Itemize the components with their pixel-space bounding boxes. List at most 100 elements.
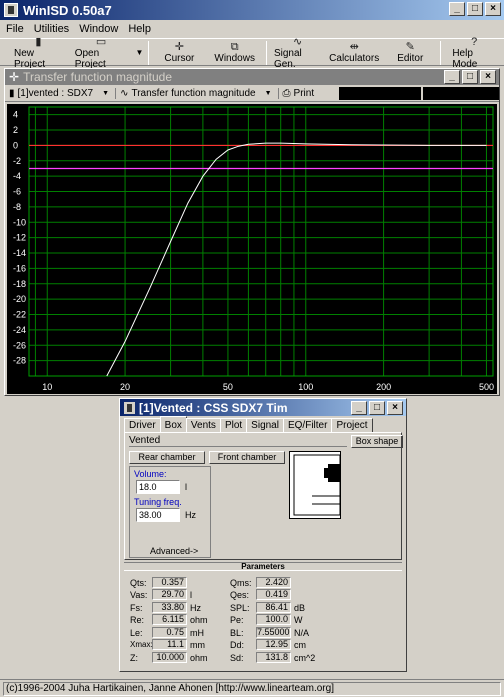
tab-vents[interactable]: Vents — [185, 418, 221, 432]
plot-selector-value: Transfer function magnitude — [131, 87, 256, 99]
param-name: Dd: — [230, 639, 245, 650]
param-row: Xmax: 11.1 mm — [130, 639, 214, 650]
menu-help[interactable]: Help — [128, 23, 151, 35]
maximize-button[interactable]: □ — [467, 2, 483, 16]
param-value: 10.000 — [152, 652, 187, 663]
cursor-button[interactable]: ✛ Cursor — [152, 39, 206, 66]
minimize-button[interactable]: _ — [449, 2, 465, 16]
param-row: Fs: 33.80 Hz — [130, 602, 214, 613]
app-icon — [4, 3, 18, 17]
param-value: 6.115 — [152, 614, 187, 625]
tf-window-title: Transfer function magnitude — [23, 70, 173, 84]
tab-plot[interactable]: Plot — [219, 418, 248, 432]
help-mode-label: Help Mode — [452, 47, 478, 70]
tab-project[interactable]: Project — [331, 418, 373, 432]
param-unit: ohm — [190, 652, 208, 663]
param-name: Qms: — [230, 577, 252, 588]
vented-close-button[interactable]: × — [387, 401, 403, 415]
menu-file[interactable]: File — [6, 23, 24, 35]
vented-window-title: [1]Vented : CSS SDX7 Tim — [139, 400, 288, 415]
project-icon: ▮ — [9, 87, 15, 99]
open-project-dropdown[interactable]: ▼ — [133, 39, 145, 66]
signal-gen-button[interactable]: ∿ Signal Gen. — [270, 36, 325, 70]
param-unit: mH — [190, 627, 204, 638]
menu-utilities[interactable]: Utilities — [34, 23, 69, 35]
box-shape-button[interactable]: Box shape — [351, 435, 403, 448]
help-mode-icon: ? — [471, 35, 478, 48]
tf-close-button[interactable]: × — [480, 70, 496, 84]
readout-panel-1 — [339, 86, 421, 100]
toolbar-separator — [440, 41, 442, 65]
editor-button[interactable]: ✎ Editor — [383, 39, 437, 66]
param-unit: mm — [190, 639, 205, 650]
print-button[interactable]: ⎙ Print — [283, 88, 321, 99]
x-tick-label: 50 — [223, 382, 233, 392]
param-name: Xmax: — [130, 640, 153, 649]
param-name: Sd: — [230, 652, 244, 663]
param-name: Fs: — [130, 602, 143, 613]
plot-selector[interactable]: ∿ Transfer function magnitude ▼ — [120, 87, 279, 99]
param-value: 0.75 — [152, 627, 187, 638]
windows-button[interactable]: ⧉ Windows — [206, 39, 263, 66]
param-value: 2.420 — [256, 577, 291, 588]
driver-magnet-shape — [324, 468, 328, 478]
tab-eq-filter[interactable]: EQ/Filter — [282, 418, 333, 432]
y-tick-label: 4 — [13, 110, 18, 120]
advanced-button[interactable]: Advanced-> — [150, 546, 198, 556]
x-tick-label: 100 — [298, 382, 313, 392]
volume-input[interactable]: 18.0 — [136, 480, 180, 494]
tf-window-title-bar[interactable]: ✛ Transfer function magnitude _ □ × — [5, 69, 499, 85]
y-tick-label: -14 — [13, 248, 26, 258]
tf-maximize-button[interactable]: □ — [462, 70, 478, 84]
tab-signal[interactable]: Signal — [246, 418, 284, 432]
cursor-label: Cursor — [164, 53, 195, 64]
vented-minimize-button[interactable]: _ — [351, 401, 367, 415]
y-tick-label: -18 — [13, 279, 26, 289]
vented-maximize-button[interactable]: □ — [369, 401, 385, 415]
param-row: Vas: 29.70 l — [130, 589, 214, 600]
tf-minimize-button[interactable]: _ — [444, 70, 460, 84]
parameters-panel: Qts: 0.357 Vas: 29.70 l Fs: 33.80 Hz Re:… — [124, 571, 402, 673]
rear-chamber-button[interactable]: Rear chamber — [129, 451, 205, 464]
plot-frame — [28, 106, 494, 377]
windows-label: Windows — [214, 53, 255, 64]
param-name: Pe: — [230, 614, 244, 625]
app-title-bar[interactable]: WinISD 0.50a7 _ □ × — [0, 0, 504, 20]
param-value: 12.95 — [256, 639, 291, 650]
tuning-freq-unit: Hz — [185, 510, 196, 520]
open-project-label: Open Project — [74, 47, 106, 70]
y-tick-label: -10 — [13, 217, 26, 227]
vented-tabs: Driver Box Vents Plot Signal EQ/Filter P… — [120, 416, 406, 432]
y-tick-label: -20 — [13, 294, 26, 304]
tuning-freq-label: Tuning freq. — [134, 497, 182, 507]
box-tab-panel: Vented Box shape Rear chamber Front cham… — [124, 432, 403, 560]
open-project-button[interactable]: ▭ Open Project — [69, 36, 134, 70]
help-mode-button[interactable]: ? Help Mode — [444, 35, 504, 70]
transfer-function-plot[interactable]: 4 2 0 -2 -4 -6 -8 -10 -12 -14 -16 -18 -20 -22 -24 -26 -2… — [7, 104, 497, 394]
status-bar-text: (c)1996-2004 Juha Hartikainen, Janne Aho… — [3, 681, 501, 696]
status-bar: (c)1996-2004 Juha Hartikainen, Janne Aho… — [0, 679, 504, 697]
project-selector[interactable]: ▮ [1]vented : SDX7 ▼ — [9, 87, 117, 99]
app-title: WinISD 0.50a7 — [23, 2, 112, 18]
y-tick-label: -4 — [13, 171, 21, 181]
param-unit: l — [190, 589, 192, 600]
parameters-header: Parameters — [124, 562, 402, 571]
windows-icon: ⧉ — [230, 41, 239, 53]
new-project-button[interactable]: ▮ New Project — [8, 35, 69, 70]
front-chamber-button[interactable]: Front chamber — [209, 451, 285, 464]
tf-toolbar: ▮ [1]vented : SDX7 ▼ ∿ Transfer function… — [5, 85, 499, 102]
param-row: Qms: 2.420 — [230, 577, 318, 588]
tab-driver[interactable]: Driver — [124, 418, 161, 432]
menu-bar: File Utilities Window Help — [0, 20, 504, 38]
close-button[interactable]: × — [485, 2, 501, 16]
volume-label: Volume: — [134, 469, 167, 479]
calculators-button[interactable]: ⇹ Calculators — [325, 39, 383, 66]
readout-panels — [339, 86, 499, 100]
new-project-icon: ▮ — [35, 35, 42, 48]
tab-box[interactable]: Box — [159, 416, 187, 432]
menu-window[interactable]: Window — [79, 23, 118, 35]
param-value: 100.0 — [256, 614, 291, 625]
calculators-label: Calculators — [329, 53, 380, 64]
tuning-freq-input[interactable]: 38.00 — [136, 508, 180, 522]
printer-icon: ⎙ — [282, 87, 291, 99]
